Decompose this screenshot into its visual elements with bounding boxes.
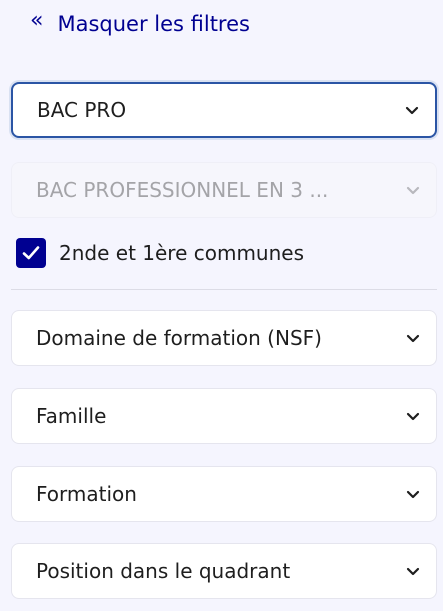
famille-select[interactable]: Famille	[11, 388, 437, 444]
hide-filters-label: Masquer les filtres	[57, 12, 250, 36]
chevron-down-icon	[390, 412, 436, 421]
position-select[interactable]: Position dans le quadrant	[11, 543, 437, 599]
diplome-select[interactable]: BAC PRO	[11, 82, 437, 138]
seconde-commune-label: 2nde et 1ère communes	[59, 241, 305, 265]
specialite-select: BAC PROFESSIONNEL EN 3 ...	[11, 162, 437, 218]
formation-select[interactable]: Formation	[11, 466, 437, 522]
formation-select-value: Formation	[36, 482, 137, 506]
double-chevron-left-icon: «	[30, 8, 44, 33]
specialite-select-value: BAC PROFESSIONNEL EN 3 ...	[36, 178, 329, 202]
famille-select-value: Famille	[36, 404, 107, 428]
domaine-select[interactable]: Domaine de formation (NSF)	[11, 310, 437, 366]
hide-filters-button[interactable]: « Masquer les filtres	[30, 8, 250, 40]
checkmark-icon	[22, 246, 40, 260]
divider	[11, 289, 437, 290]
chevron-down-icon	[390, 186, 436, 195]
diplome-select-value: BAC PRO	[37, 98, 127, 122]
chevron-down-icon	[390, 334, 436, 343]
seconde-commune-checkbox[interactable]	[16, 238, 46, 268]
domaine-select-value: Domaine de formation (NSF)	[36, 326, 322, 350]
position-select-value: Position dans le quadrant	[36, 559, 291, 583]
chevron-down-icon	[390, 490, 436, 499]
chevron-down-icon	[390, 567, 436, 576]
seconde-commune-checkbox-row[interactable]: 2nde et 1ère communes	[16, 238, 304, 268]
chevron-down-icon	[389, 106, 435, 115]
